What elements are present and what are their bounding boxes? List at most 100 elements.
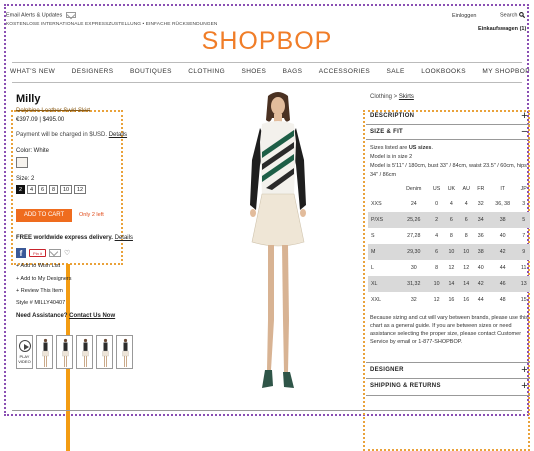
accordion-divider bbox=[366, 395, 530, 396]
table-cell: 10 bbox=[444, 244, 459, 260]
size-note-bold: US sizes bbox=[408, 145, 432, 151]
table-cell: 27,28 bbox=[407, 233, 421, 239]
expand-plus-icon: + bbox=[521, 110, 528, 122]
accordion-divider bbox=[366, 124, 530, 125]
email-share-icon[interactable] bbox=[49, 249, 61, 257]
table-row: L 30 8 12 12 40 44 11 bbox=[368, 260, 530, 276]
size-fit-title: SIZE & FIT bbox=[370, 129, 403, 135]
size-option-8[interactable]: 8 bbox=[49, 185, 58, 194]
product-thumb-3[interactable] bbox=[76, 335, 93, 369]
table-cell: 8 bbox=[435, 265, 439, 271]
table-header: Denim bbox=[406, 185, 422, 192]
free-shipping-text: FREE worldwide express delivery. bbox=[16, 235, 113, 241]
breadcrumb: Clothing > Skirts bbox=[370, 94, 414, 100]
payment-note: Payment will be charged in $USD. Details bbox=[16, 132, 127, 138]
size-disclaimer: Because sizing and cut will vary between… bbox=[370, 315, 529, 345]
add-to-cart-button[interactable]: ADD TO CART bbox=[16, 209, 72, 222]
play-video-thumb[interactable]: PLAY VIDEO bbox=[16, 335, 33, 369]
table-cell: 10 bbox=[458, 244, 474, 260]
add-to-wishlist-link[interactable]: + Add to Wish List bbox=[16, 263, 60, 269]
review-item-link[interactable]: + Review This Item bbox=[16, 288, 63, 294]
expand-plus-icon: + bbox=[521, 380, 528, 392]
free-shipping-details-link[interactable]: Details bbox=[115, 235, 133, 241]
table-cell: 36 bbox=[477, 233, 484, 239]
play-video-label: PLAY VIDEO bbox=[18, 354, 31, 364]
assistance-row: Need Assistance? Contact Us Now bbox=[16, 313, 115, 319]
product-thumb-5[interactable] bbox=[116, 335, 133, 369]
table-cell: 16 bbox=[448, 297, 455, 303]
table-cell: 4 bbox=[449, 201, 453, 207]
product-thumb-1[interactable] bbox=[36, 335, 53, 369]
breadcrumb-clothing[interactable]: Clothing > bbox=[370, 94, 397, 100]
free-shipping-note: FREE worldwide express delivery. Details bbox=[16, 235, 133, 241]
table-cell: 12 bbox=[433, 297, 440, 303]
size-note-line: Sizes listed are US sizes. bbox=[370, 145, 433, 151]
table-cell: 9 bbox=[517, 244, 530, 260]
table-cell: S bbox=[371, 233, 375, 239]
table-cell: 25,26 bbox=[398, 212, 430, 228]
color-label: Color: White bbox=[16, 148, 50, 154]
size-option-4[interactable]: 4 bbox=[27, 185, 36, 194]
table-header: JP bbox=[520, 185, 527, 192]
accordion-shipping-returns[interactable]: SHIPPING & RETURNS + bbox=[370, 380, 530, 392]
size-option-6[interactable]: 6 bbox=[38, 185, 47, 194]
table-cell: 44 bbox=[499, 265, 506, 271]
shipping-returns-title: SHIPPING & RETURNS bbox=[370, 383, 441, 389]
facebook-icon[interactable]: f bbox=[16, 248, 26, 258]
pinterest-button[interactable]: Pin it bbox=[29, 249, 46, 257]
table-cell: 29,30 bbox=[398, 244, 430, 260]
size-selector: 2 4 6 8 10 12 bbox=[16, 185, 86, 194]
heart-icon[interactable]: ♡ bbox=[64, 249, 70, 257]
model-thumb-figure bbox=[102, 338, 109, 367]
product-name: Dolphine Leather Swirl Skirt bbox=[16, 108, 91, 114]
add-to-designers-link[interactable]: + Add to My Designers bbox=[16, 276, 72, 282]
accordion-size-fit[interactable]: SIZE & FIT − bbox=[370, 126, 530, 138]
size-option-2[interactable]: 2 bbox=[16, 185, 25, 194]
color-swatch-white[interactable] bbox=[16, 157, 28, 168]
table-cell: 7 bbox=[522, 233, 526, 239]
accordion-description[interactable]: DESCRIPTION + bbox=[370, 110, 530, 122]
size-option-12[interactable]: 12 bbox=[74, 185, 86, 194]
table-cell: 38 bbox=[473, 244, 488, 260]
table-cell: XL bbox=[368, 276, 399, 292]
social-share-row: f Pin it ♡ bbox=[16, 248, 70, 258]
product-main-image[interactable] bbox=[228, 90, 328, 400]
model-measurements: Model is 5'11" / 180cm, bust 33" / 84cm,… bbox=[370, 163, 527, 178]
table-cell: 15 bbox=[520, 297, 527, 303]
model-thumb-figure bbox=[62, 338, 69, 367]
model-thumb-figure bbox=[42, 338, 49, 367]
table-cell: L bbox=[371, 265, 374, 271]
breadcrumb-skirts[interactable]: Skirts bbox=[399, 94, 414, 100]
description-title: DESCRIPTION bbox=[370, 113, 415, 119]
stock-warning: Only 2 left bbox=[79, 212, 104, 218]
table-cell: 6 bbox=[458, 212, 474, 228]
product-thumb-2[interactable] bbox=[56, 335, 73, 369]
product-thumb-4[interactable] bbox=[96, 335, 113, 369]
expand-plus-icon: + bbox=[521, 364, 528, 376]
table-row: XL 31,32 10 14 14 42 46 13 bbox=[368, 276, 530, 292]
accordion-divider bbox=[366, 362, 530, 363]
table-cell: M bbox=[368, 244, 399, 260]
thumbnail-strip: PLAY VIDEO bbox=[16, 335, 133, 369]
size-fit-info: Sizes listed are US sizes. Model is in s… bbox=[370, 144, 530, 180]
play-icon bbox=[18, 340, 31, 352]
table-cell: 14 bbox=[458, 276, 474, 292]
table-cell: 3 bbox=[522, 201, 526, 207]
product-brand[interactable]: Milly bbox=[16, 93, 40, 105]
table-cell: 6 bbox=[444, 212, 459, 228]
payment-details-link[interactable]: Details bbox=[109, 132, 127, 138]
contact-us-link[interactable]: Contact Us Now bbox=[69, 313, 115, 319]
table-cell: 12 bbox=[463, 265, 470, 271]
table-cell: 2 bbox=[429, 212, 444, 228]
size-note-prefix: Sizes listed are bbox=[370, 145, 408, 151]
size-option-10[interactable]: 10 bbox=[60, 185, 72, 194]
table-cell: 34 bbox=[473, 212, 488, 228]
footer-divider bbox=[12, 410, 522, 411]
accordion-designer[interactable]: DESIGNER + bbox=[370, 364, 530, 376]
model-thumb-figure bbox=[82, 338, 89, 367]
size-conversion-table: Denim US UK AU FR IT JP XXS 24 0 4 4 32 36, 38… bbox=[368, 181, 530, 308]
table-cell: 36, 38 bbox=[495, 201, 511, 207]
table-cell: 4 bbox=[464, 201, 468, 207]
table-cell: 31,32 bbox=[398, 276, 430, 292]
table-header: AU bbox=[462, 185, 470, 192]
